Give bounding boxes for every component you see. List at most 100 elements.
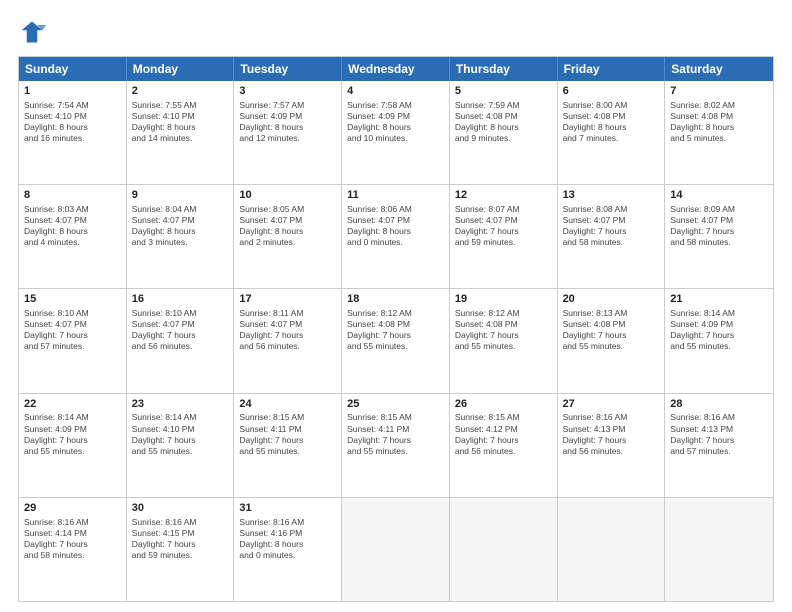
- day-number: 6: [563, 84, 660, 99]
- day-number: 15: [24, 292, 121, 307]
- day-number: 5: [455, 84, 552, 99]
- day-number: 27: [563, 397, 660, 412]
- calendar-cell: 22Sunrise: 8:14 AMSunset: 4:09 PMDayligh…: [19, 394, 127, 497]
- day-number: 16: [132, 292, 229, 307]
- day-info: Sunrise: 8:04 AMSunset: 4:07 PMDaylight:…: [132, 204, 229, 248]
- day-info: Sunrise: 7:55 AMSunset: 4:10 PMDaylight:…: [132, 100, 229, 144]
- day-info: Sunrise: 8:00 AMSunset: 4:08 PMDaylight:…: [563, 100, 660, 144]
- calendar-cell: 23Sunrise: 8:14 AMSunset: 4:10 PMDayligh…: [127, 394, 235, 497]
- logo: [18, 18, 50, 46]
- header-cell-friday: Friday: [558, 57, 666, 81]
- calendar-row-2: 8Sunrise: 8:03 AMSunset: 4:07 PMDaylight…: [19, 184, 773, 288]
- calendar-cell: 17Sunrise: 8:11 AMSunset: 4:07 PMDayligh…: [234, 289, 342, 392]
- day-info: Sunrise: 8:16 AMSunset: 4:13 PMDaylight:…: [563, 412, 660, 456]
- day-number: 10: [239, 188, 336, 203]
- day-number: 21: [670, 292, 768, 307]
- calendar-cell: 26Sunrise: 8:15 AMSunset: 4:12 PMDayligh…: [450, 394, 558, 497]
- day-number: 20: [563, 292, 660, 307]
- calendar-header: SundayMondayTuesdayWednesdayThursdayFrid…: [19, 57, 773, 81]
- calendar-row-1: 1Sunrise: 7:54 AMSunset: 4:10 PMDaylight…: [19, 81, 773, 184]
- day-number: 19: [455, 292, 552, 307]
- calendar-cell: [450, 498, 558, 601]
- calendar-table: SundayMondayTuesdayWednesdayThursdayFrid…: [18, 56, 774, 602]
- day-info: Sunrise: 8:05 AMSunset: 4:07 PMDaylight:…: [239, 204, 336, 248]
- calendar-cell: 27Sunrise: 8:16 AMSunset: 4:13 PMDayligh…: [558, 394, 666, 497]
- day-info: Sunrise: 7:54 AMSunset: 4:10 PMDaylight:…: [24, 100, 121, 144]
- calendar-row-4: 22Sunrise: 8:14 AMSunset: 4:09 PMDayligh…: [19, 393, 773, 497]
- day-info: Sunrise: 8:13 AMSunset: 4:08 PMDaylight:…: [563, 308, 660, 352]
- day-number: 26: [455, 397, 552, 412]
- calendar-cell: 10Sunrise: 8:05 AMSunset: 4:07 PMDayligh…: [234, 185, 342, 288]
- day-number: 25: [347, 397, 444, 412]
- calendar-cell: 19Sunrise: 8:12 AMSunset: 4:08 PMDayligh…: [450, 289, 558, 392]
- day-number: 7: [670, 84, 768, 99]
- day-info: Sunrise: 8:16 AMSunset: 4:15 PMDaylight:…: [132, 517, 229, 561]
- day-info: Sunrise: 8:16 AMSunset: 4:13 PMDaylight:…: [670, 412, 768, 456]
- calendar-cell: 7Sunrise: 8:02 AMSunset: 4:08 PMDaylight…: [665, 81, 773, 184]
- day-number: 31: [239, 501, 336, 516]
- calendar-cell: 12Sunrise: 8:07 AMSunset: 4:07 PMDayligh…: [450, 185, 558, 288]
- day-info: Sunrise: 8:10 AMSunset: 4:07 PMDaylight:…: [132, 308, 229, 352]
- calendar-cell: 30Sunrise: 8:16 AMSunset: 4:15 PMDayligh…: [127, 498, 235, 601]
- day-number: 12: [455, 188, 552, 203]
- day-number: 3: [239, 84, 336, 99]
- calendar-cell: 8Sunrise: 8:03 AMSunset: 4:07 PMDaylight…: [19, 185, 127, 288]
- logo-icon: [18, 18, 46, 46]
- calendar-cell: 20Sunrise: 8:13 AMSunset: 4:08 PMDayligh…: [558, 289, 666, 392]
- day-info: Sunrise: 8:09 AMSunset: 4:07 PMDaylight:…: [670, 204, 768, 248]
- day-info: Sunrise: 8:14 AMSunset: 4:09 PMDaylight:…: [24, 412, 121, 456]
- calendar-cell: [558, 498, 666, 601]
- calendar-cell: 11Sunrise: 8:06 AMSunset: 4:07 PMDayligh…: [342, 185, 450, 288]
- day-info: Sunrise: 8:12 AMSunset: 4:08 PMDaylight:…: [455, 308, 552, 352]
- day-number: 4: [347, 84, 444, 99]
- day-info: Sunrise: 8:15 AMSunset: 4:12 PMDaylight:…: [455, 412, 552, 456]
- header-cell-saturday: Saturday: [665, 57, 773, 81]
- header-cell-thursday: Thursday: [450, 57, 558, 81]
- day-info: Sunrise: 8:10 AMSunset: 4:07 PMDaylight:…: [24, 308, 121, 352]
- calendar-cell: 25Sunrise: 8:15 AMSunset: 4:11 PMDayligh…: [342, 394, 450, 497]
- day-number: 1: [24, 84, 121, 99]
- day-info: Sunrise: 8:12 AMSunset: 4:08 PMDaylight:…: [347, 308, 444, 352]
- calendar-row-3: 15Sunrise: 8:10 AMSunset: 4:07 PMDayligh…: [19, 288, 773, 392]
- day-info: Sunrise: 8:03 AMSunset: 4:07 PMDaylight:…: [24, 204, 121, 248]
- calendar-cell: 14Sunrise: 8:09 AMSunset: 4:07 PMDayligh…: [665, 185, 773, 288]
- day-number: 18: [347, 292, 444, 307]
- day-info: Sunrise: 8:16 AMSunset: 4:16 PMDaylight:…: [239, 517, 336, 561]
- calendar-cell: 18Sunrise: 8:12 AMSunset: 4:08 PMDayligh…: [342, 289, 450, 392]
- calendar-cell: 4Sunrise: 7:58 AMSunset: 4:09 PMDaylight…: [342, 81, 450, 184]
- day-number: 23: [132, 397, 229, 412]
- day-info: Sunrise: 7:58 AMSunset: 4:09 PMDaylight:…: [347, 100, 444, 144]
- calendar-cell: 5Sunrise: 7:59 AMSunset: 4:08 PMDaylight…: [450, 81, 558, 184]
- header-cell-monday: Monday: [127, 57, 235, 81]
- day-info: Sunrise: 8:15 AMSunset: 4:11 PMDaylight:…: [239, 412, 336, 456]
- day-number: 24: [239, 397, 336, 412]
- calendar-cell: 13Sunrise: 8:08 AMSunset: 4:07 PMDayligh…: [558, 185, 666, 288]
- header-cell-sunday: Sunday: [19, 57, 127, 81]
- day-info: Sunrise: 8:02 AMSunset: 4:08 PMDaylight:…: [670, 100, 768, 144]
- day-number: 8: [24, 188, 121, 203]
- calendar-page: SundayMondayTuesdayWednesdayThursdayFrid…: [0, 0, 792, 612]
- day-number: 13: [563, 188, 660, 203]
- day-number: 30: [132, 501, 229, 516]
- day-info: Sunrise: 8:11 AMSunset: 4:07 PMDaylight:…: [239, 308, 336, 352]
- day-info: Sunrise: 8:16 AMSunset: 4:14 PMDaylight:…: [24, 517, 121, 561]
- calendar-body: 1Sunrise: 7:54 AMSunset: 4:10 PMDaylight…: [19, 81, 773, 601]
- calendar-cell: 9Sunrise: 8:04 AMSunset: 4:07 PMDaylight…: [127, 185, 235, 288]
- calendar-cell: [342, 498, 450, 601]
- day-info: Sunrise: 7:57 AMSunset: 4:09 PMDaylight:…: [239, 100, 336, 144]
- calendar-cell: 16Sunrise: 8:10 AMSunset: 4:07 PMDayligh…: [127, 289, 235, 392]
- day-info: Sunrise: 8:07 AMSunset: 4:07 PMDaylight:…: [455, 204, 552, 248]
- day-info: Sunrise: 8:15 AMSunset: 4:11 PMDaylight:…: [347, 412, 444, 456]
- calendar-cell: 1Sunrise: 7:54 AMSunset: 4:10 PMDaylight…: [19, 81, 127, 184]
- day-number: 17: [239, 292, 336, 307]
- day-info: Sunrise: 8:14 AMSunset: 4:10 PMDaylight:…: [132, 412, 229, 456]
- day-info: Sunrise: 8:08 AMSunset: 4:07 PMDaylight:…: [563, 204, 660, 248]
- header-cell-wednesday: Wednesday: [342, 57, 450, 81]
- day-number: 29: [24, 501, 121, 516]
- calendar-row-5: 29Sunrise: 8:16 AMSunset: 4:14 PMDayligh…: [19, 497, 773, 601]
- day-number: 2: [132, 84, 229, 99]
- day-info: Sunrise: 8:14 AMSunset: 4:09 PMDaylight:…: [670, 308, 768, 352]
- calendar-cell: 21Sunrise: 8:14 AMSunset: 4:09 PMDayligh…: [665, 289, 773, 392]
- day-number: 14: [670, 188, 768, 203]
- calendar-cell: 2Sunrise: 7:55 AMSunset: 4:10 PMDaylight…: [127, 81, 235, 184]
